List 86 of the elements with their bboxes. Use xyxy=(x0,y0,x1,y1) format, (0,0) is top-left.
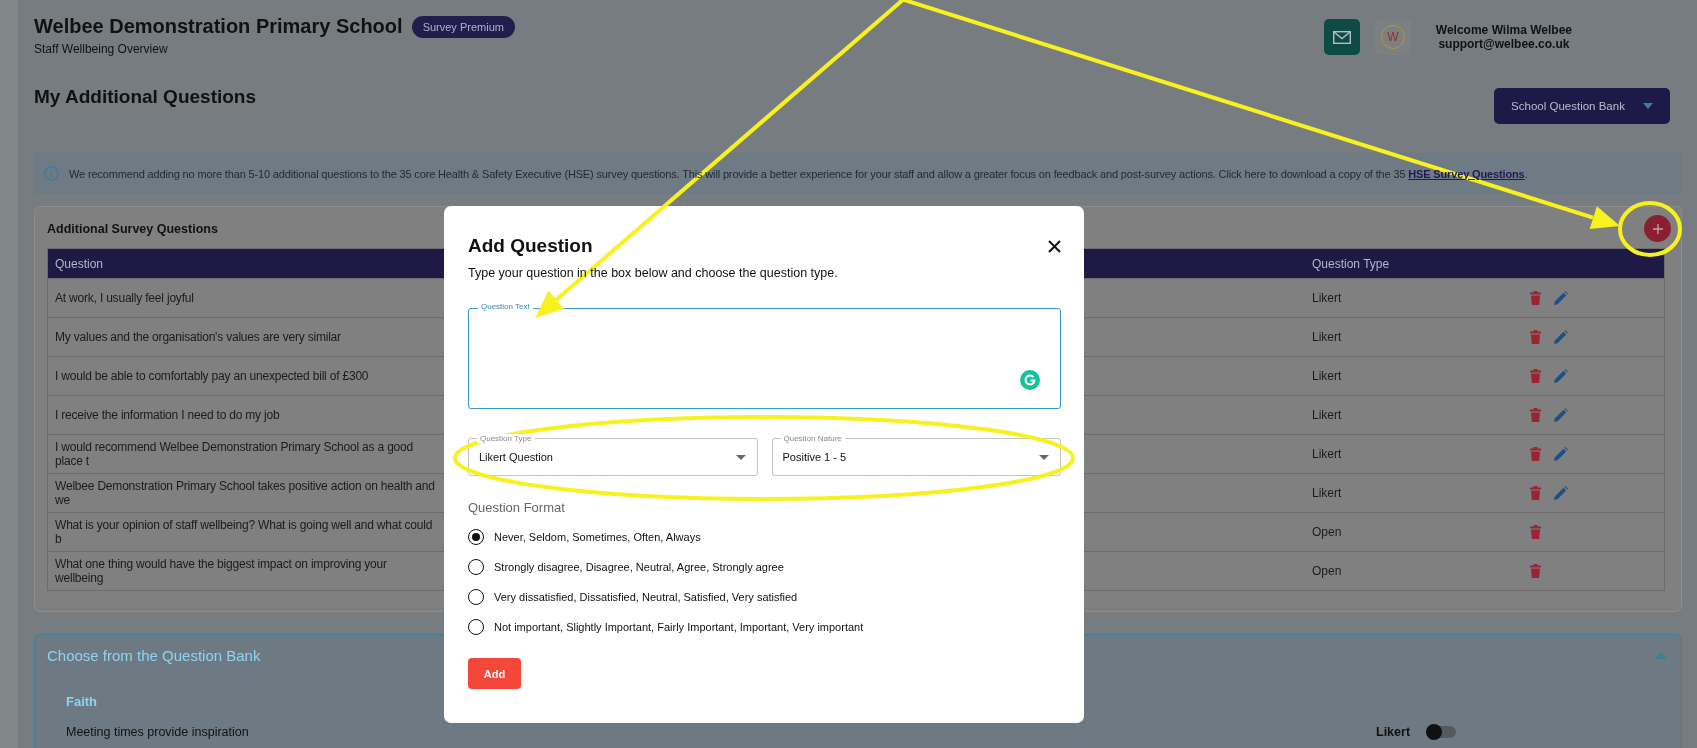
type-cell-text: Likert xyxy=(1312,330,1343,344)
question-cell-text: What one thing would have the biggest impact on improving your wellbeing xyxy=(55,557,388,585)
format-option[interactable]: Not important, Slightly Important, Fairly Important, Important, Very important xyxy=(494,621,864,633)
trash-icon xyxy=(1530,447,1541,461)
question-bank-dropdown[interactable]: School Question Bank xyxy=(1494,88,1670,124)
card-title: Additional Survey Questions xyxy=(47,221,218,236)
question-nature-select[interactable]: Question Nature Positive 1 - 5 xyxy=(771,434,1061,476)
question-cell: I would be able to comfortably pay an unexpected bill of £300 xyxy=(55,369,369,383)
info-icon xyxy=(44,166,59,181)
format-option[interactable]: Strongly disagree, Disagree, Neutral, Agree, Strongly agree xyxy=(494,561,784,573)
select-value: Positive 1 - 5 xyxy=(782,451,847,463)
edit-button[interactable] xyxy=(1554,330,1568,344)
caret-icon xyxy=(1642,103,1653,109)
question-cell-text: What is your opinion of staff wellbeing? What is going well and what could b xyxy=(55,518,434,546)
plus-icon xyxy=(1652,223,1663,234)
field-label: Question Text xyxy=(478,302,533,311)
mail-button[interactable] xyxy=(1323,19,1360,55)
format-option[interactable]: Never, Seldom, Sometimes, Often, Always xyxy=(494,531,701,543)
trash-icon xyxy=(1530,291,1541,305)
type-cell-text: Likert xyxy=(1312,369,1343,383)
type-cell-text: Likert xyxy=(1312,447,1343,461)
panel-title: Choose from the Question Bank xyxy=(47,647,261,664)
pencil-icon xyxy=(1554,330,1568,344)
edit-button[interactable] xyxy=(1554,486,1568,500)
question-cell-text: I would recommend Welbee Demonstration Primary School as a good place t xyxy=(55,440,415,468)
delete-button[interactable] xyxy=(1530,447,1541,461)
add-question-button[interactable] xyxy=(1644,215,1671,242)
trash-icon xyxy=(1530,330,1541,344)
format-option[interactable]: Very dissatisfied, Dissatisfied, Neutral, Satisfied, Very satisfied xyxy=(494,591,798,603)
type-cell-text: Open xyxy=(1312,525,1343,539)
grammar-checker-icon[interactable] xyxy=(1020,370,1040,390)
delete-button[interactable] xyxy=(1530,486,1541,500)
question-cell: My values and the organisation's values are very similar xyxy=(55,330,341,344)
close-icon xyxy=(1048,239,1061,253)
edit-button[interactable] xyxy=(1554,447,1568,461)
pencil-icon xyxy=(1554,486,1568,500)
delete-button[interactable] xyxy=(1530,564,1541,578)
delete-button[interactable] xyxy=(1530,408,1541,422)
close-button[interactable] xyxy=(1048,239,1061,253)
edit-button[interactable] xyxy=(1554,408,1568,422)
welcome-text: Welcome Wilma Welbee xyxy=(1435,23,1572,37)
pencil-icon xyxy=(1554,369,1568,383)
type-cell-text: Open xyxy=(1312,564,1343,578)
dialog-title: Add Question xyxy=(468,235,593,257)
caret-icon xyxy=(1655,652,1667,659)
pencil-icon xyxy=(1554,408,1568,422)
delete-button[interactable] xyxy=(1530,330,1541,344)
trash-icon xyxy=(1530,369,1541,383)
bank-question-type: Likert xyxy=(1376,725,1412,739)
annotation-ellipse xyxy=(1618,201,1682,257)
select-value: Likert Question xyxy=(479,451,553,463)
trash-icon xyxy=(1530,408,1541,422)
include-toggle[interactable] xyxy=(1428,726,1456,738)
school-name: Welbee Demonstration Primary School xyxy=(34,15,403,38)
caret-icon xyxy=(735,454,746,460)
type-cell-text: Likert xyxy=(1312,291,1343,305)
format-heading: Question Format xyxy=(468,500,566,515)
edit-button[interactable] xyxy=(1554,291,1568,305)
page-subtitle: Staff Wellbeing Overview xyxy=(34,42,169,56)
column-header: Question Type xyxy=(1312,256,1391,271)
school-logo: W xyxy=(1374,19,1411,55)
pencil-icon xyxy=(1554,447,1568,461)
envelope-icon xyxy=(1332,30,1351,44)
type-cell-text: Likert xyxy=(1312,486,1343,500)
trash-icon xyxy=(1530,564,1541,578)
category-heading: Faith xyxy=(66,694,99,709)
question-cell: I receive the information I need to do my job xyxy=(55,408,280,422)
delete-button[interactable] xyxy=(1530,369,1541,383)
caret-icon xyxy=(1039,454,1049,460)
pencil-icon xyxy=(1554,291,1568,305)
delete-button[interactable] xyxy=(1530,291,1541,305)
column-header: Question xyxy=(55,256,104,271)
field-label: Question Nature xyxy=(780,434,845,443)
question-cell-text: Welbee Demonstration Primary School takes positive action on health and we xyxy=(55,479,436,507)
add-button[interactable]: Add xyxy=(468,658,521,689)
plan-badge: Survey Premium xyxy=(411,15,515,38)
type-cell-text: Likert xyxy=(1312,408,1343,422)
delete-button[interactable] xyxy=(1530,525,1541,539)
question-type-select[interactable]: Question Type Likert Question xyxy=(468,434,758,476)
page-title: My Additional Questions xyxy=(34,86,257,108)
bank-question: Meeting times provide inspiration xyxy=(66,725,250,739)
question-cell: At work, I usually feel joyful xyxy=(55,291,194,305)
edit-button[interactable] xyxy=(1554,369,1568,383)
user-email: support@welbee.co.uk xyxy=(1438,37,1570,51)
trash-icon xyxy=(1530,525,1541,539)
trash-icon xyxy=(1530,486,1541,500)
